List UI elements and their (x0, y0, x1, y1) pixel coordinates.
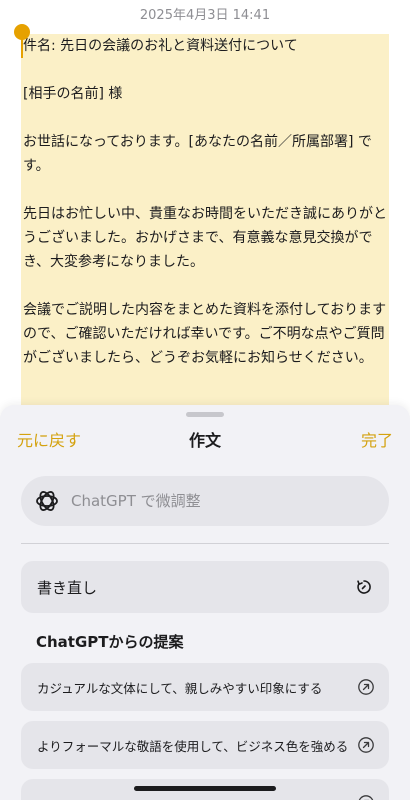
arrow-up-right-icon (358, 679, 374, 695)
home-indicator[interactable] (134, 786, 276, 791)
writing-tools-sheet: 作文 元に戻す 完了 書き直し ChatGPTからの提案 カジュアルな文体にして… (0, 405, 410, 800)
selection-start-handle[interactable] (14, 24, 30, 40)
rewrite-button[interactable]: 書き直し (21, 561, 389, 613)
note-paragraph: お世話になっております。[あなたの名前／所属部署] です。 (23, 134, 372, 174)
undo-button[interactable]: 元に戻す (17, 427, 81, 451)
note-timestamp: 2025年4月3日 14:41 (139, 8, 271, 23)
note-paragraph: 先日はお忙しい中、貴重なお時間をいただき誠にありがとうございました。おかげさまで… (23, 206, 387, 270)
suggestion-label: よりフォーマルな敬語を使用して、ビジネス色を強める (37, 738, 349, 754)
suggestion-item[interactable]: カジュアルな文体にして、親しみやすい印象にする (21, 663, 389, 711)
arrow-up-right-icon (358, 737, 374, 753)
sheet-header: 作文 元に戻す 完了 (0, 427, 410, 451)
divider (21, 543, 389, 544)
note-paragraph: [相手の名前] 様 (23, 86, 123, 102)
rewrite-refresh-icon (357, 580, 371, 594)
note-paragraph: 会議でご説明した内容をまとめた資料を添付しておりますので、ご確認いただければ幸い… (23, 302, 387, 366)
suggestions-heading: ChatGPTからの提案 (36, 633, 184, 651)
note-paragraph: 件名: 先日の会議のお礼と資料送付について (23, 38, 298, 54)
suggestion-label: カジュアルな文体にして、親しみやすい印象にする (37, 680, 323, 696)
chatgpt-refine-field[interactable] (21, 476, 389, 526)
arrow-up-right-icon (358, 795, 374, 800)
chatgpt-refine-input[interactable] (71, 492, 351, 510)
done-button[interactable]: 完了 (361, 427, 393, 451)
selected-note-text[interactable]: 件名: 先日の会議のお礼と資料送付について [相手の名前] 様 お世話になってお… (21, 34, 389, 406)
suggestion-item[interactable]: よりフォーマルな敬語を使用して、ビジネス色を強める (21, 721, 389, 769)
rewrite-label: 書き直し (37, 578, 98, 597)
note-body[interactable]: 件名: 先日の会議のお礼と資料送付について [相手の名前] 様 お世話になってお… (0, 24, 410, 414)
sheet-grabber[interactable] (186, 412, 224, 417)
chatgpt-logo-icon (36, 491, 58, 511)
